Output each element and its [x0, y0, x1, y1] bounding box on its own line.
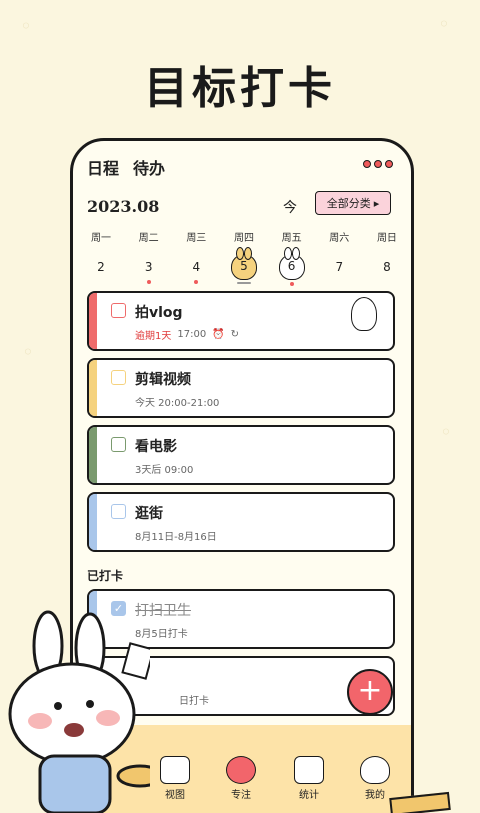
task-title: 看电影	[135, 439, 177, 455]
week-strip: 周一 2 周二 3 周三 4 周四 5 周五 6 周六 7 周日 8	[79, 229, 409, 286]
page-headline: 目标打卡	[144, 63, 336, 114]
day-cell[interactable]: 周日 8	[365, 229, 409, 286]
bg-carrot-icon: ◦	[20, 14, 32, 38]
top-tabs: 日程 待办	[87, 155, 165, 179]
bar-chart-icon	[294, 756, 324, 784]
selected-underline	[236, 282, 251, 284]
bunny-date-icon: 6	[278, 247, 305, 280]
filter-label: 全部分类	[326, 197, 371, 210]
task-card[interactable]: 拍vlog 逾期1天 17:00 ⏰ ↻	[87, 291, 395, 351]
task-card[interactable]: 看电影 3天后 09:00	[87, 425, 395, 485]
done-section-title: 已打卡	[87, 569, 124, 584]
task-checkbox[interactable]	[111, 437, 126, 452]
nav-label: 我的	[365, 790, 385, 801]
category-color-bar	[89, 427, 97, 483]
task-card[interactable]: 剪辑视频 今天 20:00-21:00	[87, 358, 395, 418]
task-title: 逛街	[135, 506, 163, 522]
task-subtitle: 8月11日-8月16日	[135, 532, 217, 543]
today-button[interactable]: 今	[283, 197, 297, 217]
task-checkbox[interactable]	[111, 303, 126, 318]
task-subtitle: 逾期1天 17:00 ⏰ ↻	[135, 327, 239, 342]
bunny-sticker-icon	[351, 297, 377, 331]
day-cell[interactable]: 周三 4	[174, 229, 218, 286]
nav-mine[interactable]: 我的	[345, 756, 405, 801]
nav-label: 统计	[299, 790, 319, 801]
day-cell[interactable]: 周二 3	[127, 229, 171, 286]
divider-dash	[411, 388, 414, 390]
weekday-label: 周日	[376, 233, 397, 244]
date-number: 2	[97, 260, 105, 274]
event-dot	[289, 282, 294, 286]
nav-focus[interactable]: 专注	[211, 756, 271, 801]
tab-todo[interactable]: 待办	[133, 155, 165, 179]
divider-dash	[411, 321, 414, 323]
category-color-bar	[89, 360, 97, 416]
nav-view[interactable]: 视图	[145, 756, 205, 801]
bunny-avatar-icon	[360, 756, 390, 784]
day-cell[interactable]: 周六 7	[317, 229, 361, 286]
triangle-right-icon: ▸	[373, 196, 380, 210]
bg-carrot-icon: ◦	[440, 420, 452, 444]
tab-schedule[interactable]: 日程	[87, 155, 120, 179]
more-menu-icon[interactable]	[363, 160, 393, 168]
event-dot	[194, 280, 199, 284]
bunny-date-icon: 5	[230, 247, 257, 280]
date-number: 8	[383, 260, 391, 274]
alarm-icon: ⏰	[212, 329, 225, 340]
weekday-label: 周六	[329, 233, 350, 244]
weekday-label: 周一	[91, 233, 111, 244]
day-cell[interactable]: 周五 6	[270, 229, 314, 286]
overdue-label: 逾期1天	[135, 331, 172, 342]
task-subtitle: 日打卡	[179, 696, 209, 707]
weekday-label: 周四	[233, 233, 254, 244]
task-subtitle: 今天 20:00-21:00	[135, 398, 220, 409]
date-number: 4	[192, 260, 201, 274]
nav-label: 专注	[231, 790, 251, 801]
nav-stats[interactable]: 统计	[279, 756, 339, 801]
task-title: 拍vlog	[135, 305, 183, 321]
nav-label: 视图	[165, 790, 185, 801]
alarm-clock-icon	[226, 756, 256, 784]
task-time: 17:00	[177, 329, 207, 340]
weekday-label: 周三	[186, 233, 207, 244]
task-card[interactable]: 逛街 8月11日-8月16日	[87, 492, 395, 552]
year-month[interactable]: 2023.08	[87, 197, 159, 216]
category-color-bar	[89, 494, 97, 550]
bunny-mascot-icon	[8, 610, 150, 813]
divider-dash	[411, 455, 414, 457]
date-number: 3	[144, 260, 153, 274]
weekday-label: 周二	[138, 233, 159, 244]
task-checkbox[interactable]	[111, 370, 126, 385]
day-cell[interactable]: 周一 2	[79, 229, 123, 286]
date-number: 7	[335, 260, 344, 274]
date-number: 5	[240, 259, 248, 273]
bg-carrot-icon: ◦	[438, 12, 450, 36]
repeat-icon: ↻	[230, 329, 240, 340]
task-subtitle: 3天后 09:00	[135, 465, 194, 476]
task-title: 剪辑视频	[135, 372, 191, 388]
date-number: 6	[287, 259, 296, 273]
weekday-label: 周五	[281, 233, 302, 244]
day-cell-selected[interactable]: 周四 5	[222, 229, 266, 286]
category-color-bar	[89, 293, 97, 349]
category-filter-button[interactable]: 全部分类 ▸	[315, 191, 391, 215]
calendar-icon	[160, 756, 190, 784]
task-checkbox[interactable]	[111, 504, 126, 519]
event-dot	[146, 280, 151, 284]
add-task-button[interactable]: +	[347, 669, 393, 715]
bg-carrot-icon: ◦	[22, 340, 34, 364]
